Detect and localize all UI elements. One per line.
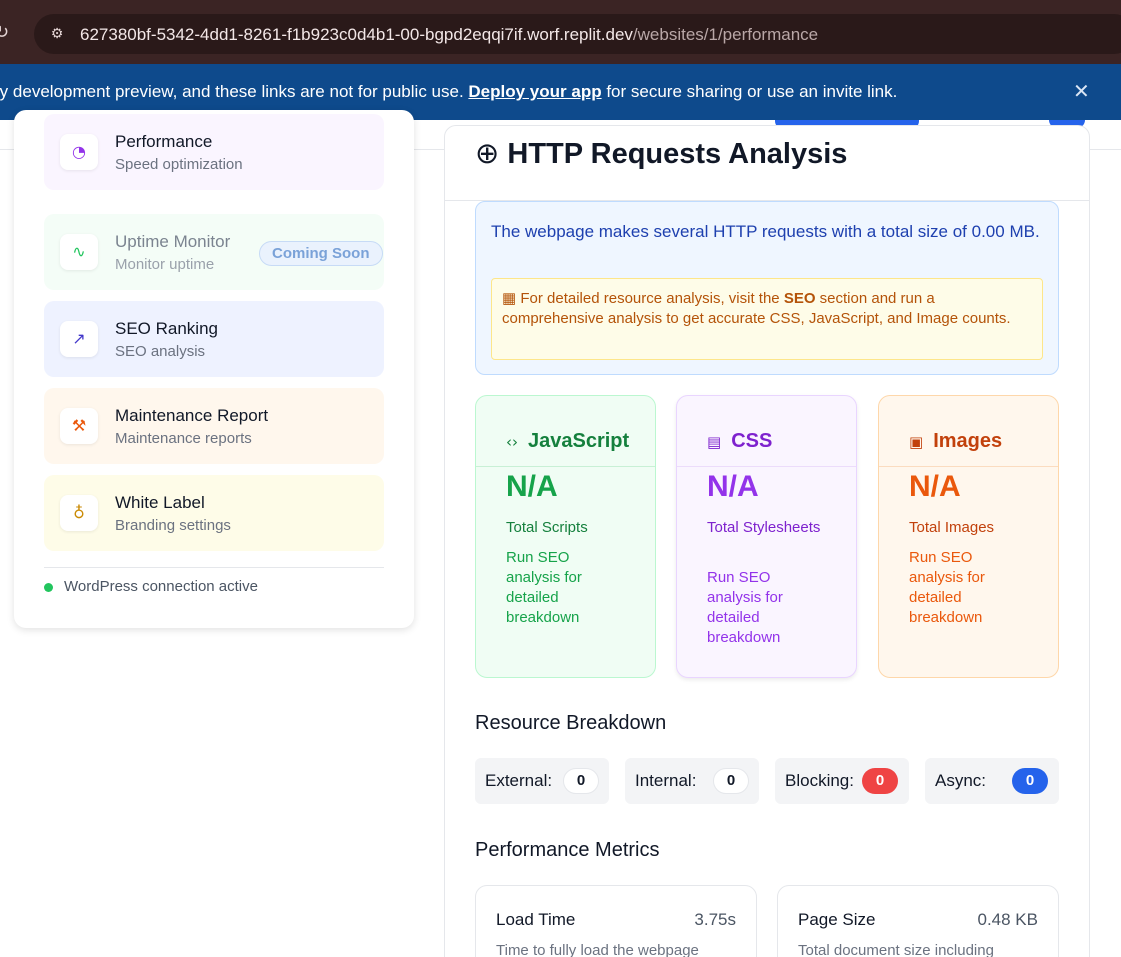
close-icon[interactable]: ✕	[1073, 79, 1090, 103]
count-badge: 0	[1012, 768, 1048, 794]
gauge-icon: ◔	[60, 134, 98, 170]
metric-title: Page Size	[798, 910, 876, 929]
metric-value: 0.48 KB	[977, 910, 1039, 929]
javascript-card: ‹› JavaScript N/A Total Scripts Run SEO a…	[475, 395, 656, 678]
sidebar-item-title: Uptime Monitor	[115, 232, 231, 251]
chart-icon: ▦	[502, 290, 517, 307]
css-label: Total Stylesheets	[707, 519, 821, 536]
reload-icon[interactable]: ↻	[0, 22, 9, 43]
images-card: ▣ Images N/A Total Images Run SEO analysi…	[878, 395, 1059, 678]
external-count: External: 0	[475, 758, 609, 804]
sidebar-item-seo-ranking[interactable]: ↗ SEO Ranking SEO analysis	[44, 301, 384, 377]
javascript-card-title: ‹› JavaScript	[506, 430, 630, 452]
sidebar-item-subtitle: Monitor uptime	[115, 256, 215, 273]
browser-toolbar: ↻ ⚙ 627380bf-5342-4dd1-8261-f1b923c0d4b1…	[0, 0, 1121, 64]
card-divider	[879, 466, 1058, 467]
card-divider	[476, 466, 655, 467]
breakdown-label: Async:	[935, 771, 987, 790]
javascript-count: N/A	[506, 470, 558, 503]
sidebar-item-uptime-monitor: ∿ Uptime Monitor Monitor uptime Coming S…	[44, 214, 384, 290]
sidebar-item-subtitle: Branding settings	[115, 517, 231, 534]
connection-status: WordPress connection active	[64, 578, 258, 595]
banner-message: porary development preview, and these li…	[0, 82, 898, 101]
sidebar: ◔ Performance Speed optimization ∿ Uptim…	[14, 110, 414, 628]
metric-value: 3.75s	[694, 910, 736, 929]
breakdown-label: External:	[485, 771, 553, 790]
globe-icon: ⊕	[475, 136, 500, 170]
count-badge: 0	[563, 768, 599, 794]
breakdown-label: Blocking:	[785, 771, 854, 790]
activity-icon: ∿	[60, 234, 98, 270]
resource-breakdown-title: Resource Breakdown	[475, 712, 667, 734]
sidebar-item-title: White Label	[115, 493, 205, 512]
wrench-icon: ⚒	[60, 408, 98, 444]
images-desc: Run SEO analysis for detailed breakdown	[909, 549, 985, 626]
sidebar-item-subtitle: SEO analysis	[115, 343, 206, 360]
css-count: N/A	[707, 470, 759, 503]
metric-description: Time to fully load the webpage	[496, 942, 699, 957]
seo-note: ▦ For detailed resource analysis, visit …	[491, 278, 1043, 360]
trending-up-icon: ↗	[60, 321, 98, 357]
sidebar-item-title: Maintenance Report	[115, 406, 269, 425]
sidebar-divider	[44, 567, 384, 568]
metric-title: Load Time	[496, 910, 576, 929]
images-count: N/A	[909, 470, 961, 503]
internal-count: Internal: 0	[625, 758, 759, 804]
award-icon: ♁	[60, 495, 98, 531]
css-desc: Run SEO analysis for detailed breakdown	[707, 569, 783, 646]
coming-soon-badge: Coming Soon	[259, 241, 383, 266]
sidebar-item-title: SEO Ranking	[115, 319, 218, 338]
css-card-title: ▤ CSS	[707, 430, 773, 452]
sidebar-item-white-label[interactable]: ♁ White Label Branding settings	[44, 475, 384, 551]
images-card-title: ▣ Images	[909, 430, 1003, 452]
status-dot	[44, 583, 53, 592]
blocking-count: Blocking: 0	[775, 758, 909, 804]
address-bar[interactable]: ⚙ 627380bf-5342-4dd1-8261-f1b923c0d4b1-0…	[34, 14, 1121, 54]
metric-description: Total document size including	[798, 942, 994, 957]
javascript-desc: Run SEO analysis for detailed breakdown	[506, 549, 582, 626]
page-title: ⊕ HTTP Requests Analysis	[475, 136, 848, 170]
sidebar-item-subtitle: Maintenance reports	[115, 430, 252, 447]
images-label: Total Images	[909, 519, 995, 536]
async-count: Async: 0	[925, 758, 1059, 804]
javascript-label: Total Scripts	[506, 519, 588, 536]
sidebar-item-performance[interactable]: ◔ Performance Speed optimization	[44, 114, 384, 190]
page-size-metric: Page Size 0.48 KB Total document size in…	[777, 885, 1059, 957]
css-card: ▤ CSS N/A Total Stylesheets Run SEO analy…	[676, 395, 857, 678]
image-icon: ▣	[909, 433, 924, 451]
sidebar-item-title: Performance	[115, 132, 213, 151]
site-settings-icon[interactable]: ⚙	[46, 23, 68, 45]
sidebar-item-maintenance-report[interactable]: ⚒ Maintenance Report Maintenance reports	[44, 388, 384, 464]
summary-text: The webpage makes several HTTP requests …	[491, 222, 1040, 241]
summary-box: The webpage makes several HTTP requests …	[475, 201, 1059, 375]
performance-metrics-title: Performance Metrics	[475, 839, 660, 861]
count-badge: 0	[713, 768, 749, 794]
code-icon: ‹›	[506, 433, 518, 451]
sidebar-item-subtitle: Speed optimization	[115, 156, 243, 173]
breakdown-label: Internal:	[635, 771, 697, 790]
file-text-icon: ▤	[707, 433, 722, 451]
card-divider	[677, 466, 856, 467]
count-badge: 0	[862, 768, 898, 794]
url-text[interactable]: 627380bf-5342-4dd1-8261-f1b923c0d4b1-00-…	[80, 25, 818, 45]
deploy-app-link[interactable]: Deploy your app	[468, 82, 601, 101]
load-time-metric: Load Time 3.75s Time to fully load the w…	[475, 885, 757, 957]
